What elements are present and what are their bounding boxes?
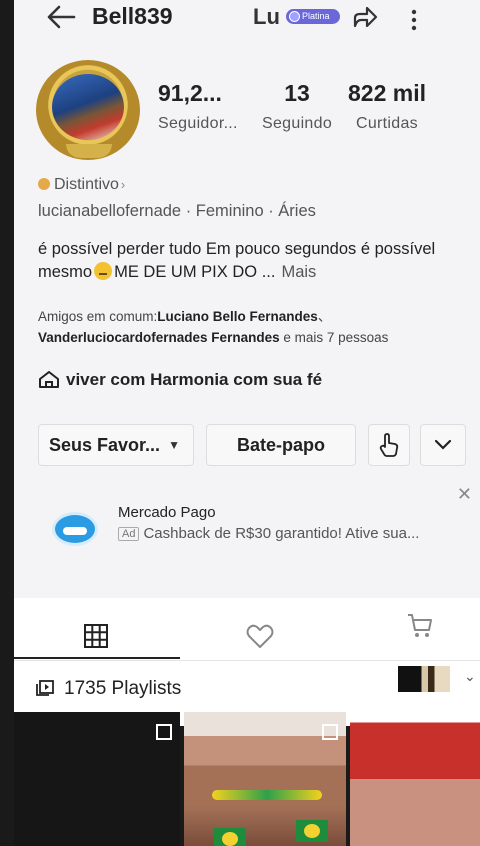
bio-text-2: ME DE UM PIX DO ... <box>114 263 276 281</box>
face-paint <box>212 790 322 800</box>
video-grid <box>14 712 480 846</box>
share-icon[interactable] <box>351 4 379 30</box>
distintivo-link[interactable]: Distintivo › <box>38 176 125 194</box>
tab-liked[interactable] <box>240 616 280 656</box>
display-name-short: Lu <box>253 4 280 29</box>
stat-followers[interactable]: 91,2... Seguidor... <box>158 80 238 133</box>
ad-title: Mercado Pago <box>118 504 216 521</box>
badge-medal-icon <box>38 178 50 190</box>
tab-videos[interactable] <box>76 616 116 656</box>
close-icon[interactable]: ✕ <box>457 484 472 505</box>
ad-banner[interactable]: Mercado Pago Ad Cashback de R$30 garantid… <box>38 484 478 564</box>
playlists-label: 1735 Playlists <box>64 678 182 699</box>
username: Bell839 <box>92 3 173 29</box>
chevron-down-icon <box>434 439 452 450</box>
suggestions-toggle-button[interactable] <box>420 424 466 466</box>
stat-value: 822 mil <box>348 80 426 106</box>
heart-icon <box>246 624 274 648</box>
playlist-icon <box>36 680 54 696</box>
mutual-name: Luciano Bello Fernandes <box>157 309 318 324</box>
tab-shop[interactable] <box>400 606 440 646</box>
video-thumbnail[interactable] <box>184 712 346 846</box>
stat-label: Seguidor... <box>158 115 238 132</box>
badge-icon <box>289 11 300 22</box>
avatar-frame-base <box>66 144 112 158</box>
stat-label: Seguindo <box>262 115 333 132</box>
mutual-separator: 、 <box>317 309 332 324</box>
cart-icon <box>408 614 432 637</box>
stat-following[interactable]: 13 Seguindo <box>262 80 332 133</box>
chevron-down-icon: ▼ <box>168 438 180 452</box>
brazil-flag-icon <box>296 820 328 842</box>
chat-button[interactable]: Bate-papo <box>206 424 356 466</box>
community-icon <box>39 371 59 388</box>
avatar-image <box>52 74 124 140</box>
more-vertical-icon[interactable] <box>406 8 422 32</box>
distintivo-label: Distintivo <box>54 176 119 193</box>
hand-pointer-icon <box>379 433 399 457</box>
arrow-left-icon[interactable] <box>46 4 76 30</box>
favorites-label: Seus Favor... <box>49 434 161 455</box>
bio[interactable]: é possível perder tudo Em pouco segundos… <box>38 238 458 284</box>
emoji-icon <box>94 262 113 280</box>
profile-screen: Bell839 Lu Platina 91,2... Seguidor... 1… <box>14 0 480 726</box>
bio-more-link[interactable]: Mais <box>281 263 316 281</box>
playlists-link[interactable]: 1735 Playlists <box>36 678 181 700</box>
photo-mode-icon <box>322 724 338 740</box>
ad-tag: Ad <box>118 527 140 541</box>
stat-likes[interactable]: 822 mil Curtidas <box>348 80 426 133</box>
content-tabs-area: 1735 Playlists ⌄ <box>14 598 480 726</box>
chat-label: Bate-papo <box>236 434 325 455</box>
grid-icon <box>84 624 108 648</box>
touch-action-button[interactable] <box>368 424 410 466</box>
avatar[interactable] <box>36 60 140 160</box>
video-thumbnail[interactable] <box>14 712 180 846</box>
divider <box>14 660 480 661</box>
tier-badge: Platina <box>286 9 340 24</box>
mutual-suffix: e mais 7 pessoas <box>279 330 389 345</box>
stat-label: Curtidas <box>356 115 418 132</box>
chevron-down-icon[interactable]: ⌄ <box>464 668 476 685</box>
community-label: viver com Harmonia com sua fé <box>66 370 323 389</box>
stat-value: 13 <box>284 80 310 106</box>
ad-text: Ad Cashback de R$30 garantido! Ative sua.… <box>118 525 419 542</box>
mutual-name: Vanderluciocardofernades Fernandes <box>38 330 280 345</box>
mutual-friends[interactable]: Amigos em comum:Luciano Bello Fernandes、… <box>38 306 468 348</box>
mutual-prefix: Amigos em comum: <box>38 309 158 324</box>
top-bar: Bell839 Lu Platina <box>14 0 480 36</box>
video-thumbnail[interactable] <box>350 712 480 846</box>
photo-mode-icon <box>156 724 172 740</box>
badge-label: Platina <box>302 11 330 21</box>
stat-value: 91,2... <box>158 80 222 106</box>
community-link[interactable]: viver com Harmonia com sua fé <box>38 370 322 390</box>
chevron-right-icon: › <box>120 177 126 192</box>
mercado-pago-logo <box>52 512 98 546</box>
favorites-button[interactable]: Seus Favor... ▼ <box>38 424 194 466</box>
playlist-thumbnails[interactable] <box>398 666 450 692</box>
active-tab-indicator <box>14 657 180 659</box>
ad-description: Cashback de R$30 garantido! Ative sua... <box>143 525 420 542</box>
profile-info-line: lucianabellofernade · Feminino · Áries <box>38 202 316 220</box>
brazil-flag-icon <box>214 828 246 846</box>
